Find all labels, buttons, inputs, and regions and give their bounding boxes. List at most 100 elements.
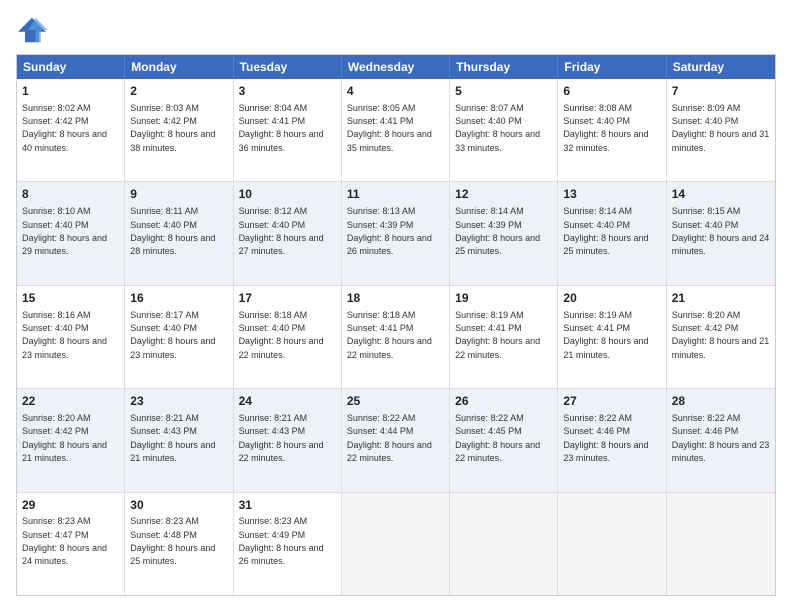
cell-info: Sunrise: 8:23 AMSunset: 4:49 PMDaylight:… — [239, 516, 324, 566]
day-cell-14: 14Sunrise: 8:15 AMSunset: 4:40 PMDayligh… — [667, 182, 775, 284]
day-cell-2: 2 Sunrise: 8:03 AMSunset: 4:42 PMDaylight… — [125, 79, 233, 181]
day-cell-29: 29Sunrise: 8:23 AMSunset: 4:47 PMDayligh… — [17, 493, 125, 595]
day-number: 10 — [239, 186, 336, 203]
cell-info: Sunrise: 8:17 AMSunset: 4:40 PMDaylight:… — [130, 310, 215, 360]
cell-info: Sunrise: 8:16 AMSunset: 4:40 PMDaylight:… — [22, 310, 107, 360]
day-number: 6 — [563, 83, 660, 100]
day-number: 21 — [672, 290, 770, 307]
day-number: 12 — [455, 186, 552, 203]
cell-info: Sunrise: 8:12 AMSunset: 4:40 PMDaylight:… — [239, 206, 324, 256]
day-cell-7: 7 Sunrise: 8:09 AMSunset: 4:40 PMDaylight… — [667, 79, 775, 181]
cell-info: Sunrise: 8:08 AMSunset: 4:40 PMDaylight:… — [563, 103, 648, 153]
day-cell-28: 28 Sunrise: 8:22 AMSunset: 4:46 PMDayligh… — [667, 389, 775, 491]
cell-info: Sunrise: 8:18 AMSunset: 4:41 PMDaylight:… — [347, 310, 432, 360]
day-cell-30: 30 Sunrise: 8:23 AMSunset: 4:48 PMDayligh… — [125, 493, 233, 595]
logo — [16, 16, 52, 44]
calendar-body: 1 Sunrise: 8:02 AMSunset: 4:42 PMDaylight… — [17, 79, 775, 595]
calendar-week-4: 22 Sunrise: 8:20 AMSunset: 4:42 PMDayligh… — [17, 389, 775, 492]
header-day-tuesday: Tuesday — [234, 55, 342, 79]
day-cell-11: 11 Sunrise: 8:13 AMSunset: 4:39 PMDayligh… — [342, 182, 450, 284]
cell-info: Sunrise: 8:14 AMSunset: 4:40 PMDaylight:… — [563, 206, 648, 256]
header — [16, 16, 776, 44]
day-cell-4: 4 Sunrise: 8:05 AMSunset: 4:41 PMDaylight… — [342, 79, 450, 181]
cell-info: Sunrise: 8:02 AMSunset: 4:42 PMDaylight:… — [22, 103, 107, 153]
cell-info: Sunrise: 8:20 AMSunset: 4:42 PMDaylight:… — [672, 310, 770, 360]
day-cell-26: 26 Sunrise: 8:22 AMSunset: 4:45 PMDayligh… — [450, 389, 558, 491]
calendar-week-3: 15 Sunrise: 8:16 AMSunset: 4:40 PMDayligh… — [17, 286, 775, 389]
page: SundayMondayTuesdayWednesdayThursdayFrid… — [0, 0, 792, 612]
day-number: 24 — [239, 393, 336, 410]
day-number: 28 — [672, 393, 770, 410]
day-cell-5: 5Sunrise: 8:07 AMSunset: 4:40 PMDaylight… — [450, 79, 558, 181]
cell-info: Sunrise: 8:23 AMSunset: 4:48 PMDaylight:… — [130, 516, 215, 566]
day-number: 7 — [672, 83, 770, 100]
cell-info: Sunrise: 8:10 AMSunset: 4:40 PMDaylight:… — [22, 206, 107, 256]
cell-info: Sunrise: 8:22 AMSunset: 4:46 PMDaylight:… — [563, 413, 648, 463]
cell-info: Sunrise: 8:20 AMSunset: 4:42 PMDaylight:… — [22, 413, 107, 463]
calendar: SundayMondayTuesdayWednesdayThursdayFrid… — [16, 54, 776, 596]
cell-info: Sunrise: 8:19 AMSunset: 4:41 PMDaylight:… — [455, 310, 540, 360]
day-cell-31: 31 Sunrise: 8:23 AMSunset: 4:49 PMDayligh… — [234, 493, 342, 595]
day-cell-6: 6 Sunrise: 8:08 AMSunset: 4:40 PMDaylight… — [558, 79, 666, 181]
day-number: 2 — [130, 83, 227, 100]
day-cell-17: 17Sunrise: 8:18 AMSunset: 4:40 PMDayligh… — [234, 286, 342, 388]
day-number: 17 — [239, 290, 336, 307]
cell-info: Sunrise: 8:03 AMSunset: 4:42 PMDaylight:… — [130, 103, 215, 153]
day-number: 30 — [130, 497, 227, 514]
day-cell-8: 8 Sunrise: 8:10 AMSunset: 4:40 PMDaylight… — [17, 182, 125, 284]
day-number: 22 — [22, 393, 119, 410]
cell-info: Sunrise: 8:13 AMSunset: 4:39 PMDaylight:… — [347, 206, 432, 256]
day-cell-27: 27 Sunrise: 8:22 AMSunset: 4:46 PMDayligh… — [558, 389, 666, 491]
day-cell-12: 12 Sunrise: 8:14 AMSunset: 4:39 PMDayligh… — [450, 182, 558, 284]
day-cell-16: 16 Sunrise: 8:17 AMSunset: 4:40 PMDayligh… — [125, 286, 233, 388]
day-cell-19: 19Sunrise: 8:19 AMSunset: 4:41 PMDayligh… — [450, 286, 558, 388]
day-cell-21: 21 Sunrise: 8:20 AMSunset: 4:42 PMDayligh… — [667, 286, 775, 388]
calendar-week-1: 1 Sunrise: 8:02 AMSunset: 4:42 PMDaylight… — [17, 79, 775, 182]
day-number: 27 — [563, 393, 660, 410]
cell-info: Sunrise: 8:22 AMSunset: 4:44 PMDaylight:… — [347, 413, 432, 463]
day-number: 8 — [22, 186, 119, 203]
day-cell-24: 24 Sunrise: 8:21 AMSunset: 4:43 PMDayligh… — [234, 389, 342, 491]
day-number: 15 — [22, 290, 119, 307]
day-number: 26 — [455, 393, 552, 410]
day-number: 20 — [563, 290, 660, 307]
day-number: 11 — [347, 186, 444, 203]
calendar-week-5: 29Sunrise: 8:23 AMSunset: 4:47 PMDayligh… — [17, 493, 775, 595]
day-cell-10: 10 Sunrise: 8:12 AMSunset: 4:40 PMDayligh… — [234, 182, 342, 284]
cell-info: Sunrise: 8:14 AMSunset: 4:39 PMDaylight:… — [455, 206, 540, 256]
header-day-saturday: Saturday — [667, 55, 775, 79]
day-number: 9 — [130, 186, 227, 203]
day-cell-18: 18 Sunrise: 8:18 AMSunset: 4:41 PMDayligh… — [342, 286, 450, 388]
day-number: 13 — [563, 186, 660, 203]
header-day-sunday: Sunday — [17, 55, 125, 79]
day-number: 31 — [239, 497, 336, 514]
day-cell-25: 25Sunrise: 8:22 AMSunset: 4:44 PMDayligh… — [342, 389, 450, 491]
cell-info: Sunrise: 8:11 AMSunset: 4:40 PMDaylight:… — [130, 206, 215, 256]
cell-info: Sunrise: 8:15 AMSunset: 4:40 PMDaylight:… — [672, 206, 770, 256]
day-number: 16 — [130, 290, 227, 307]
header-day-thursday: Thursday — [450, 55, 558, 79]
cell-info: Sunrise: 8:22 AMSunset: 4:46 PMDaylight:… — [672, 413, 770, 463]
calendar-week-2: 8 Sunrise: 8:10 AMSunset: 4:40 PMDaylight… — [17, 182, 775, 285]
day-number: 29 — [22, 497, 119, 514]
day-number: 18 — [347, 290, 444, 307]
cell-info: Sunrise: 8:04 AMSunset: 4:41 PMDaylight:… — [239, 103, 324, 153]
cell-info: Sunrise: 8:21 AMSunset: 4:43 PMDaylight:… — [130, 413, 215, 463]
cell-info: Sunrise: 8:19 AMSunset: 4:41 PMDaylight:… — [563, 310, 648, 360]
empty-cell — [558, 493, 666, 595]
day-number: 4 — [347, 83, 444, 100]
day-number: 1 — [22, 83, 119, 100]
cell-info: Sunrise: 8:05 AMSunset: 4:41 PMDaylight:… — [347, 103, 432, 153]
cell-info: Sunrise: 8:07 AMSunset: 4:40 PMDaylight:… — [455, 103, 540, 153]
day-cell-20: 20 Sunrise: 8:19 AMSunset: 4:41 PMDayligh… — [558, 286, 666, 388]
day-cell-3: 3 Sunrise: 8:04 AMSunset: 4:41 PMDaylight… — [234, 79, 342, 181]
header-day-wednesday: Wednesday — [342, 55, 450, 79]
cell-info: Sunrise: 8:09 AMSunset: 4:40 PMDaylight:… — [672, 103, 770, 153]
day-cell-23: 23 Sunrise: 8:21 AMSunset: 4:43 PMDayligh… — [125, 389, 233, 491]
day-cell-22: 22 Sunrise: 8:20 AMSunset: 4:42 PMDayligh… — [17, 389, 125, 491]
header-day-friday: Friday — [558, 55, 666, 79]
cell-info: Sunrise: 8:21 AMSunset: 4:43 PMDaylight:… — [239, 413, 324, 463]
day-number: 3 — [239, 83, 336, 100]
day-number: 23 — [130, 393, 227, 410]
cell-info: Sunrise: 8:22 AMSunset: 4:45 PMDaylight:… — [455, 413, 540, 463]
